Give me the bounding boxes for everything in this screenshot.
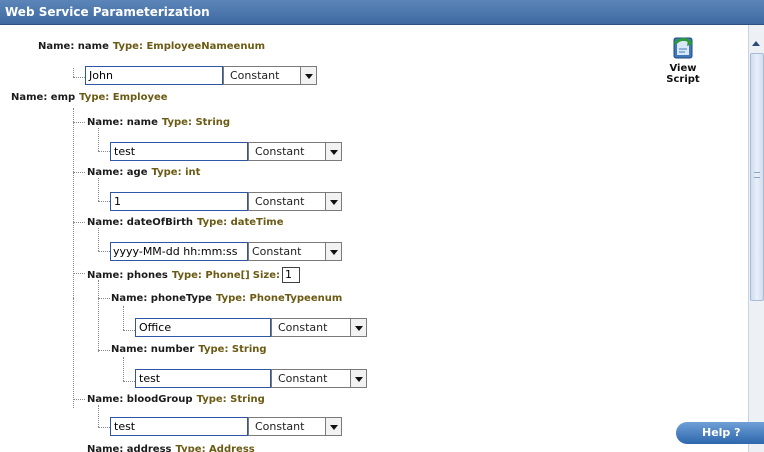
chevron-down-icon[interactable]	[326, 142, 342, 161]
tree-line	[98, 405, 99, 427]
param-name: Name: dateOfBirth	[87, 217, 194, 228]
param-name: Name: phones	[87, 270, 168, 281]
param-name: Name: emp	[11, 92, 76, 103]
param-label-address: Name: address Type: Address	[87, 444, 255, 452]
blood-group-mode-select[interactable]: Constant	[248, 417, 326, 436]
param-name: Name: name	[87, 117, 158, 128]
phone-type-value-input[interactable]: Office	[135, 318, 271, 337]
phones-size-input[interactable]: 1	[281, 267, 300, 283]
param-name: Name: name	[38, 41, 109, 52]
date-of-birth-value-input[interactable]: yyyy-MM-dd hh:mm:ss	[110, 242, 248, 261]
tree-line	[73, 273, 85, 274]
param-type: Type: EmployeeNameenum	[112, 41, 265, 52]
tree-line	[123, 306, 124, 330]
param-type: Type: String	[196, 394, 265, 405]
param-label-number: Name: number Type: String	[111, 344, 267, 355]
tree-line	[98, 178, 99, 201]
tree-line	[73, 108, 74, 298]
blood-group-value-input[interactable]: test	[110, 417, 248, 436]
tree-line	[73, 172, 85, 173]
name-mode-select[interactable]: Constant	[223, 66, 301, 85]
tree-line	[98, 151, 110, 152]
age-value-input[interactable]: 1	[110, 192, 248, 211]
param-label-emp: Name: emp Type: Employee	[11, 92, 168, 103]
tree-line	[98, 427, 110, 428]
chevron-down-icon[interactable]	[301, 66, 317, 85]
tree-line	[98, 350, 110, 351]
emp-name-mode-select[interactable]: Constant	[248, 142, 326, 161]
emp-name-value-input[interactable]: test	[110, 142, 248, 161]
tree-line	[98, 298, 110, 299]
param-name: Name: number	[111, 344, 195, 355]
param-type: Type: String	[161, 117, 231, 128]
param-label-date-of-birth: Name: dateOfBirth Type: dateTime	[87, 217, 284, 228]
param-name: Name: phoneType	[111, 293, 212, 304]
grip-icon	[754, 172, 760, 178]
date-of-birth-mode-select[interactable]: Constant	[248, 242, 326, 261]
chevron-down-icon[interactable]	[351, 369, 367, 388]
tree-line	[98, 251, 110, 252]
param-type: Type: Phone[]	[171, 270, 250, 281]
help-button[interactable]: Help ?	[676, 422, 764, 444]
tree-line	[123, 357, 124, 381]
window-title: Web Service Parameterization	[5, 5, 210, 19]
tree-line	[73, 399, 85, 400]
scrollbar-thumb[interactable]	[750, 53, 764, 301]
tree-line	[98, 201, 110, 202]
window-title-bar: Web Service Parameterization	[0, 0, 764, 25]
chevron-down-icon[interactable]	[326, 192, 342, 211]
param-type: Type: PhoneTypeenum	[215, 293, 343, 304]
scroll-up-arrow-icon[interactable]	[750, 37, 763, 51]
param-type: Type: String	[198, 344, 267, 355]
tree-line	[73, 77, 85, 78]
param-label-blood-group: Name: bloodGroup Type: String	[87, 394, 265, 405]
view-script-button[interactable]: View Script	[653, 35, 713, 85]
param-label-age: Name: age Type: int	[87, 167, 200, 178]
param-label-emp-name: Name: name Type: String	[87, 117, 230, 128]
chevron-down-icon[interactable]	[326, 242, 342, 261]
parameter-tree: Name: name Type: EmployeeNameenum John Co…	[0, 25, 748, 452]
tree-line	[123, 330, 135, 331]
tree-line	[73, 122, 85, 123]
script-scroll-icon	[670, 35, 696, 61]
param-name: Name: bloodGroup	[87, 394, 193, 405]
tree-line	[98, 128, 99, 151]
tree-line	[73, 298, 74, 408]
name-value-input[interactable]: John	[85, 66, 223, 85]
param-label-phone-type: Name: phoneType Type: PhoneTypeenum	[111, 293, 342, 304]
param-label-name: Name: name Type: EmployeeNameenum	[38, 41, 265, 52]
param-name: Name: age	[87, 167, 148, 178]
param-name: Name: address	[87, 444, 172, 452]
tree-line	[73, 222, 85, 223]
number-value-input[interactable]: test	[135, 369, 271, 388]
age-mode-select[interactable]: Constant	[248, 192, 326, 211]
help-label: Help ?	[702, 426, 741, 439]
phone-type-mode-select[interactable]: Constant	[271, 318, 351, 337]
size-label: Size:	[252, 270, 280, 281]
param-type: Type: Address	[175, 444, 255, 452]
param-type: Type: dateTime	[197, 217, 284, 228]
tree-line	[73, 68, 74, 77]
vertical-scrollbar[interactable]	[748, 25, 764, 452]
number-mode-select[interactable]: Constant	[271, 369, 351, 388]
param-type: Type: Employee	[79, 92, 168, 103]
tree-line	[98, 228, 99, 251]
param-type: Type: int	[151, 167, 201, 178]
view-script-label: View Script	[666, 63, 700, 85]
param-label-phones: Name: phones Type: Phone[] Size: 1	[87, 267, 300, 283]
chevron-down-icon[interactable]	[351, 318, 367, 337]
chevron-down-icon[interactable]	[326, 417, 342, 436]
tree-line	[123, 381, 135, 382]
tree-line	[98, 280, 99, 352]
